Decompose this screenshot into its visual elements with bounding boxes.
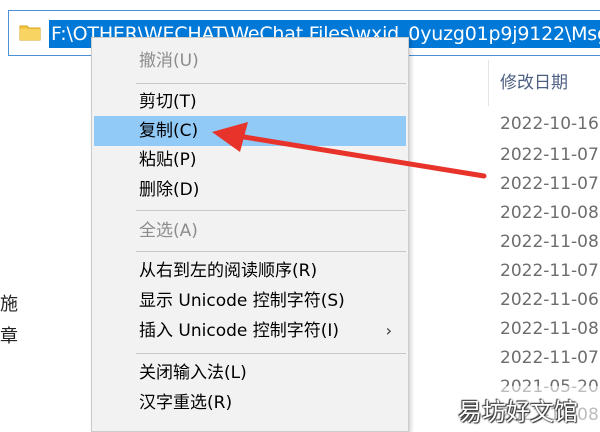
menu-separator	[136, 251, 406, 252]
menu-item-paste[interactable]: 粘贴(P)	[94, 145, 406, 175]
menu-item-label: 全选(A)	[139, 221, 198, 241]
file-modified-date[interactable]: 2022-11-07 2	[500, 174, 600, 194]
menu-item-rtl-reading-order[interactable]: 从右到左的阅读顺序(R)	[94, 256, 406, 286]
menu-separator	[136, 83, 406, 84]
menu-separator	[136, 353, 406, 354]
menu-item-label: 复制(C)	[139, 121, 199, 141]
menu-item-delete[interactable]: 删除(D)	[94, 175, 406, 205]
menu-item-label: 从右到左的阅读顺序(R)	[139, 261, 318, 281]
file-modified-date[interactable]: 2022-11-08 2	[500, 319, 600, 339]
menu-item-label: 显示 Unicode 控制字符(S)	[139, 291, 345, 311]
menu-item-label: 剪切(T)	[139, 92, 197, 112]
menu-item-close-ime[interactable]: 关闭输入法(L)	[94, 358, 406, 388]
menu-item-copy[interactable]: 复制(C)	[94, 116, 406, 146]
menu-item-undo[interactable]: 撤消(U)	[94, 46, 406, 76]
file-modified-date[interactable]: 2022-11-06 2	[500, 290, 600, 310]
file-modified-date[interactable]: 2022-11-07 2	[500, 261, 600, 281]
folder-icon	[19, 25, 41, 41]
file-modified-date[interactable]: 2022-10-16 2	[500, 114, 600, 134]
watermark-text: 易坊好文馆	[458, 398, 578, 426]
menu-item-label: 删除(D)	[139, 180, 200, 200]
file-name-fragment[interactable]: 施	[0, 290, 18, 316]
file-modified-date[interactable]: 2022-11-08 2	[500, 232, 600, 252]
file-modified-date[interactable]: 2022-11-07 2	[500, 145, 600, 165]
file-modified-date[interactable]: 2022-11-07 2	[500, 348, 600, 368]
menu-item-label: 插入 Unicode 控制字符(I)	[139, 321, 340, 341]
chevron-right-icon: ›	[385, 321, 392, 340]
menu-item-insert-unicode-control[interactable]: 插入 Unicode 控制字符(I) ›	[94, 316, 406, 346]
column-header-modified-date[interactable]: 修改日期	[500, 68, 568, 93]
menu-item-label: 汉字重选(R)	[139, 393, 233, 413]
menu-item-label: 撤消(U)	[139, 51, 199, 71]
file-modified-date[interactable]: 2022-10-08 2	[500, 203, 600, 223]
menu-item-label: 关闭输入法(L)	[139, 363, 247, 383]
file-name-fragment[interactable]: 章	[0, 322, 18, 348]
context-menu: 撤消(U) 剪切(T) 复制(C) 粘贴(P) 删除(D) 全选(A) 从右到左…	[91, 37, 409, 432]
menu-item-show-unicode-control[interactable]: 显示 Unicode 控制字符(S)	[94, 286, 406, 316]
menu-item-cut[interactable]: 剪切(T)	[94, 87, 406, 117]
menu-item-label: 粘贴(P)	[139, 150, 197, 170]
column-divider	[488, 60, 489, 106]
menu-item-reconvert[interactable]: 汉字重选(R)	[94, 388, 406, 418]
menu-separator	[136, 210, 406, 211]
menu-item-select-all[interactable]: 全选(A)	[94, 216, 406, 246]
watermark: 易坊好文馆	[452, 386, 600, 432]
